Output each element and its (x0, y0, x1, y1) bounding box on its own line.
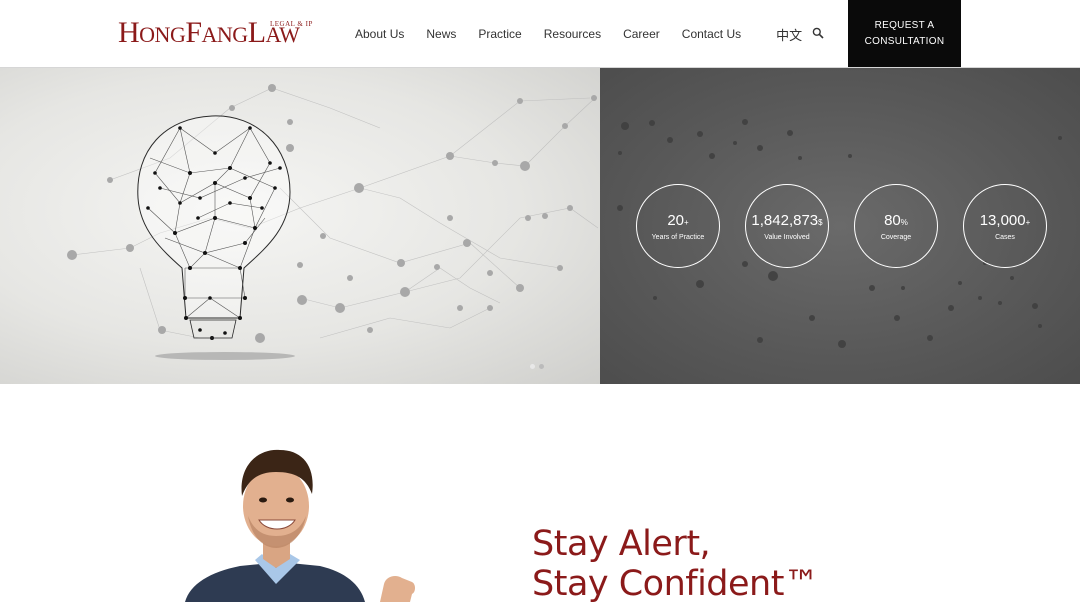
promo-headline: Stay Alert, Stay Confident™ (532, 524, 819, 602)
stat-label: Years of Practice (651, 234, 705, 241)
stat-label: Coverage (880, 234, 912, 241)
smiling-man-photo (130, 434, 460, 602)
nav-about-us[interactable]: About Us (355, 27, 404, 41)
carousel-indicator (530, 364, 544, 369)
stat-value: 80% (884, 212, 908, 229)
hero-banner: 20+ Years of Practice 1,842,873$ Value I… (0, 68, 1080, 384)
search-icon[interactable] (812, 27, 824, 39)
stat-cases: 13,000+ Cases (963, 184, 1047, 268)
nav-career[interactable]: Career (623, 27, 660, 41)
stat-years-of-practice: 20+ Years of Practice (636, 184, 720, 268)
cta-line-1: REQUEST A (874, 20, 935, 31)
stat-label: Value Involved (764, 234, 810, 241)
site-logo[interactable]: HONGFANGLAW LEGAL & IP (118, 18, 312, 50)
stat-label: Cases (995, 234, 1015, 241)
stat-value: 13,000+ (979, 212, 1031, 229)
logo-subtitle: LEGAL & IP (270, 20, 313, 28)
stat-coverage: 80% Coverage (854, 184, 938, 268)
stat-value: 1,842,873$ (751, 212, 823, 229)
cta-line-2: CONSULTATION (864, 36, 945, 47)
site-header: HONGFANGLAW LEGAL & IP About Us News Pra… (0, 0, 1080, 68)
stat-value-involved: 1,842,873$ Value Involved (745, 184, 829, 268)
headline-line-1: Stay Alert, (532, 524, 711, 564)
request-consultation-button[interactable]: REQUEST A CONSULTATION (848, 0, 961, 68)
nav-news[interactable]: News (426, 27, 456, 41)
nav-contact-us[interactable]: Contact Us (682, 27, 741, 41)
carousel-dot-2[interactable] (539, 364, 544, 369)
nav-resources[interactable]: Resources (544, 27, 601, 41)
language-switch[interactable]: 中文 (776, 25, 802, 44)
headline-line-2: Stay Confident™ (532, 564, 819, 602)
carousel-dot-1[interactable] (530, 364, 535, 369)
nav-practice[interactable]: Practice (478, 27, 521, 41)
lightbulb-icon (137, 115, 295, 360)
main-nav: About Us News Practice Resources Career … (344, 0, 813, 68)
stat-value: 20+ (667, 212, 689, 229)
